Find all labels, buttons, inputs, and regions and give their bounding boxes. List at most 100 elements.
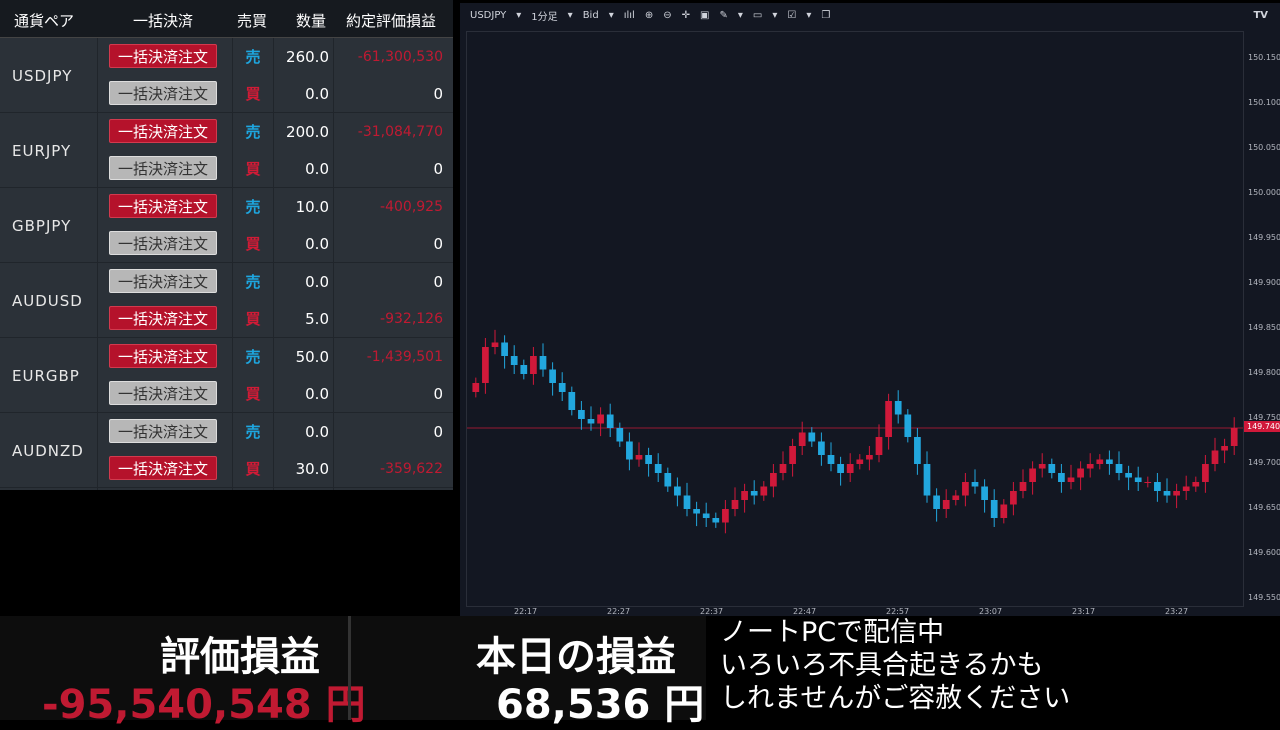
y-tick-label: 149.850 — [1248, 323, 1280, 332]
pl-value: -400,925 — [380, 198, 443, 215]
symbol-caret-icon[interactable]: ▾ — [516, 10, 521, 21]
position-row: 一括決済注文 買 30.0 -359,622 — [97, 450, 453, 487]
header-bulk: 一括決済 — [133, 12, 194, 30]
settings-caret-icon[interactable]: ▾ — [806, 10, 811, 21]
interval-select[interactable]: 1分足 — [531, 8, 557, 23]
crosshair-icon[interactable]: ✛ — [682, 10, 690, 21]
notice-line: いろいろ不具合起きるかも — [720, 650, 1044, 681]
pair-name: USDJPY — [12, 66, 73, 85]
candle-body — [760, 486, 768, 496]
position-row: 一括決済注文 買 0.0 0 — [97, 225, 453, 262]
today-value: 68,536 円 — [496, 682, 705, 728]
pair-name: EURJPY — [12, 141, 72, 160]
qty-value: 0.0 — [305, 159, 329, 178]
bulk-close-button: 一括決済注文 — [109, 156, 217, 180]
bulk-close-button[interactable]: 一括決済注文 — [109, 119, 217, 143]
candle-body — [904, 414, 912, 437]
stream-notice: ノートPCで配信中 いろいろ不具合起きるかも しれませんがご容赦ください — [706, 616, 1280, 720]
position-group: EURJPY 一括決済注文 売 200.0 -31,084,770 一括決済注文… — [0, 113, 453, 188]
bulk-close-button: 一括決済注文 — [109, 269, 217, 293]
chart-plot-area[interactable] — [466, 31, 1244, 607]
bulk-close-button[interactable]: 一括決済注文 — [109, 194, 217, 218]
candle-body — [1211, 450, 1219, 464]
pl-value: 0 — [433, 159, 443, 178]
chart-toolbar: USDJPY ▾ 1分足 ▾ Bid ▾ ılıl ⊕ ⊖ ✛ ▣ ✎ ▾ ▭ … — [460, 3, 1280, 27]
x-tick-label: 23:07 — [979, 607, 1003, 616]
interval-caret-icon[interactable]: ▾ — [568, 10, 573, 21]
price-type-select[interactable]: Bid — [583, 10, 599, 21]
candle-body — [510, 356, 518, 365]
price-chart[interactable]: USDJPY ▾ 1分足 ▾ Bid ▾ ılıl ⊕ ⊖ ✛ ▣ ✎ ▾ ▭ … — [460, 3, 1280, 616]
bulk-close-button[interactable]: 一括決済注文 — [109, 456, 217, 480]
x-tick-label: 22:37 — [700, 607, 724, 616]
save-icon[interactable]: ▣ — [700, 10, 709, 21]
y-tick-label: 149.650 — [1248, 503, 1280, 512]
candle-body — [1134, 477, 1142, 482]
bulk-close-button: 一括決済注文 — [109, 381, 217, 405]
x-tick-label: 22:27 — [607, 607, 631, 616]
side-label: 買 — [245, 85, 261, 103]
candle-body — [837, 464, 844, 473]
pl-value: -61,300,530 — [357, 48, 443, 65]
candle-body — [568, 392, 576, 410]
candle-body — [1182, 486, 1190, 491]
symbol-select[interactable]: USDJPY — [470, 10, 506, 21]
zoom-out-icon[interactable]: ⊖ — [663, 10, 671, 21]
x-tick-label: 22:17 — [514, 607, 538, 616]
pl-value: 0 — [433, 384, 443, 403]
candle-body — [856, 459, 864, 464]
candle-body — [942, 500, 950, 509]
price-type-caret-icon[interactable]: ▾ — [609, 10, 614, 21]
pl-value: -932,126 — [380, 310, 443, 327]
candle-body — [674, 486, 681, 496]
candle-body — [750, 491, 758, 496]
candle-body — [731, 500, 739, 509]
draw-icon[interactable]: ✎ — [719, 10, 727, 21]
y-tick-label: 150.050 — [1248, 143, 1280, 152]
candle-body — [818, 441, 825, 455]
candle-body — [1000, 504, 1008, 518]
zoom-in-icon[interactable]: ⊕ — [645, 10, 653, 21]
candle-body — [491, 342, 499, 347]
candle-body — [1048, 464, 1056, 473]
candle-body — [1202, 464, 1209, 482]
candle-body — [693, 509, 700, 514]
candle-body — [789, 446, 796, 464]
candle-body — [587, 419, 595, 424]
indicators-icon[interactable]: ılıl — [624, 10, 635, 21]
pl-value: -359,622 — [380, 460, 443, 477]
candle-body — [779, 464, 787, 473]
bulk-close-button[interactable]: 一括決済注文 — [109, 306, 217, 330]
draw-caret-icon[interactable]: ▾ — [738, 10, 743, 21]
position-row: 一括決済注文 売 200.0 -31,084,770 — [97, 113, 453, 150]
candle-body — [1173, 491, 1180, 496]
notice-line: ノートPCで配信中 — [720, 617, 945, 648]
position-row: 一括決済注文 売 260.0 -61,300,530 — [97, 38, 453, 75]
candle-body — [1096, 459, 1104, 464]
candle-body — [808, 432, 816, 442]
header-qty: 数量 — [296, 12, 327, 30]
pair-name: GBPJPY — [12, 216, 72, 235]
compare-caret-icon[interactable]: ▾ — [772, 10, 777, 21]
candle-body — [597, 414, 604, 424]
y-tick-label: 149.700 — [1248, 458, 1280, 467]
settings-icon[interactable]: ☑ — [787, 10, 796, 21]
candle-body — [827, 455, 835, 464]
candle-body — [626, 441, 633, 460]
position-group: AUDNZD 一括決済注文 売 0.0 0 一括決済注文 買 30.0 -359… — [0, 413, 453, 488]
candle-body — [1192, 482, 1200, 487]
screenshot-icon[interactable]: ❐ — [821, 10, 830, 21]
candle-body — [702, 513, 710, 518]
side-label: 売 — [245, 198, 261, 216]
position-row: 一括決済注文 売 0.0 0 — [97, 413, 453, 450]
pair-name: AUDNZD — [12, 441, 84, 460]
pl-value: 0 — [433, 272, 443, 291]
bulk-close-button[interactable]: 一括決済注文 — [109, 344, 217, 368]
pl-value: 0 — [433, 422, 443, 441]
candle-body — [981, 486, 988, 500]
header-side: 売買 — [237, 12, 268, 30]
candle-body — [875, 437, 883, 455]
compare-icon[interactable]: ▭ — [753, 10, 762, 21]
bulk-close-button[interactable]: 一括決済注文 — [109, 44, 217, 68]
candle-body — [866, 455, 873, 460]
